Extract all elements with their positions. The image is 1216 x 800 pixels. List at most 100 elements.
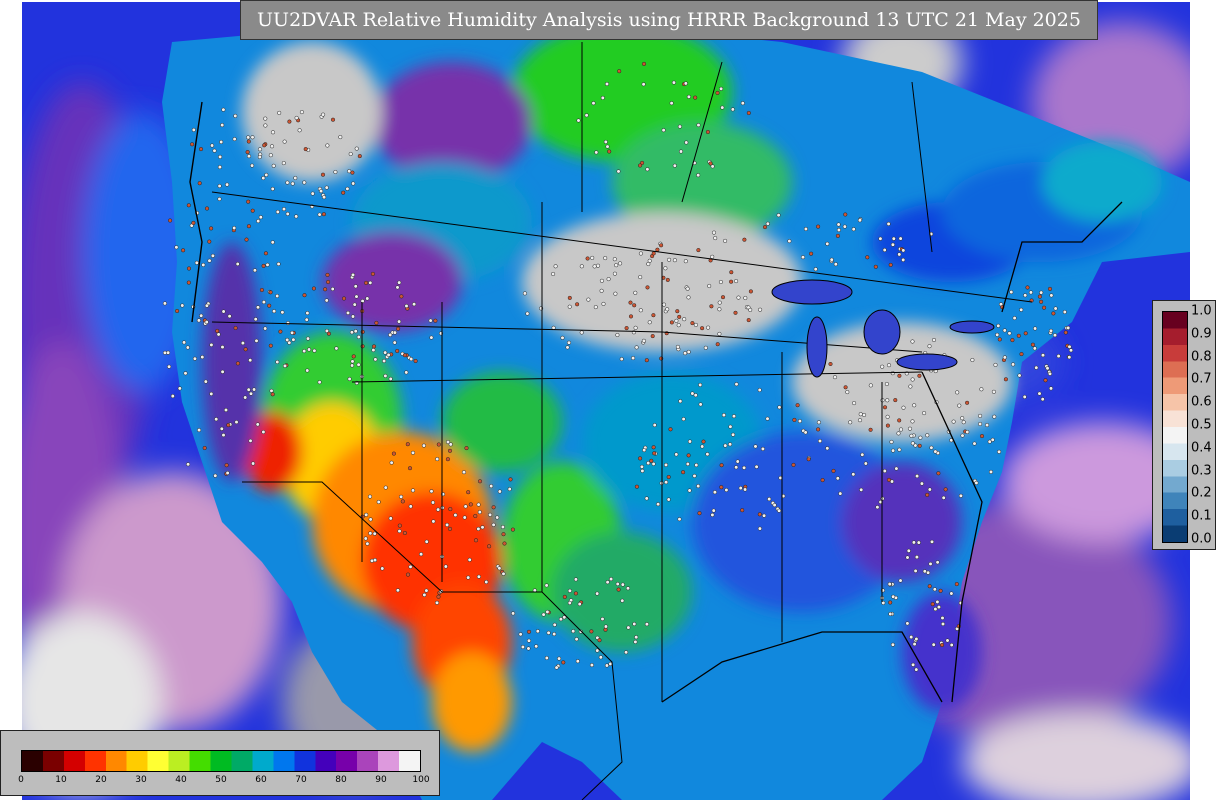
station-dot [886, 363, 892, 368]
station-dot [634, 345, 639, 350]
station-dot [392, 340, 397, 345]
station-dot [927, 487, 932, 492]
station-dot [990, 437, 995, 442]
station-dot [843, 212, 848, 217]
station-dot [888, 611, 893, 617]
station-dot [711, 230, 717, 235]
station-dot [652, 451, 657, 456]
station-dot [526, 646, 531, 651]
station-dot [668, 427, 673, 432]
station-dot [835, 476, 840, 481]
station-dot [311, 286, 316, 291]
station-dot [590, 255, 595, 260]
station-dot [476, 574, 481, 579]
station-dot [347, 376, 352, 382]
station-dot [354, 294, 359, 299]
station-dot [302, 293, 307, 298]
station-dot [369, 558, 375, 563]
station-dot [429, 489, 434, 494]
station-error-tick-label: 0.4 [1191, 440, 1212, 456]
station-dot [599, 278, 604, 283]
station-dot [541, 612, 546, 617]
station-dot [663, 462, 669, 467]
station-dot [961, 420, 966, 425]
station-dot [607, 149, 612, 154]
station-dot [720, 105, 725, 110]
station-dot [628, 314, 634, 319]
station-dot [757, 526, 762, 531]
station-dot [225, 470, 230, 476]
station-dot [931, 642, 936, 647]
station-dot [606, 277, 611, 282]
station-dot [765, 416, 770, 421]
station-dot [371, 344, 377, 349]
station-dot [374, 320, 379, 325]
station-dot [294, 115, 299, 120]
station-dot [644, 622, 649, 627]
station-dot [1003, 377, 1008, 382]
station-dot [1066, 325, 1071, 330]
station-dot [207, 258, 212, 263]
station-dot [422, 592, 427, 597]
station-dot [696, 123, 701, 128]
station-dot [270, 186, 275, 191]
station-dot [888, 262, 893, 267]
station-dot [891, 236, 896, 241]
station-dot [644, 358, 649, 363]
station-dot [885, 423, 890, 428]
station-dot [253, 317, 258, 322]
station-dot [857, 418, 863, 423]
station-dot [615, 332, 620, 338]
station-dot [598, 655, 603, 660]
station-dot [897, 252, 902, 257]
station-dot [261, 263, 266, 268]
station-dot [388, 516, 393, 521]
station-dot [402, 530, 407, 536]
station-dot [263, 326, 268, 331]
station-dot [698, 382, 703, 387]
station-dot [603, 256, 608, 261]
station-dot [777, 405, 782, 410]
station-dot [305, 311, 310, 316]
station-dot [897, 418, 902, 423]
station-dot [421, 443, 426, 448]
station-dot [269, 144, 275, 149]
station-dot [917, 443, 922, 448]
station-dot [701, 439, 706, 444]
station-dot [250, 208, 255, 213]
station-dot [696, 173, 701, 178]
station-dot [287, 119, 292, 124]
station-dot [392, 330, 397, 335]
station-dot [497, 566, 502, 571]
station-dot [746, 110, 751, 116]
station-dot [489, 484, 494, 489]
station-dot [919, 481, 924, 486]
station-dot [330, 117, 336, 122]
station-dot [641, 61, 647, 66]
station-dot [477, 479, 483, 484]
station-dot [690, 321, 695, 326]
station-dot [330, 286, 335, 292]
station-dot [957, 403, 962, 408]
station-dot [884, 381, 889, 387]
station-dot [186, 280, 191, 285]
station-dot [677, 314, 682, 319]
station-dot [1023, 293, 1028, 298]
station-dot [639, 464, 644, 469]
station-dot [248, 438, 253, 443]
station-dot [1019, 352, 1024, 357]
station-dot [268, 153, 273, 158]
station-dot [683, 81, 688, 86]
station-dot [508, 477, 513, 482]
station-dot [386, 352, 391, 357]
station-dot [696, 484, 701, 489]
station-dot [424, 588, 429, 593]
station-dot [545, 609, 550, 614]
station-dot [363, 536, 368, 541]
station-dot [367, 494, 373, 499]
station-dot [936, 471, 941, 476]
station-dot [1034, 365, 1039, 370]
station-dot [911, 662, 916, 667]
humidity-map[interactable] [22, 2, 1190, 800]
station-dot [324, 298, 329, 303]
